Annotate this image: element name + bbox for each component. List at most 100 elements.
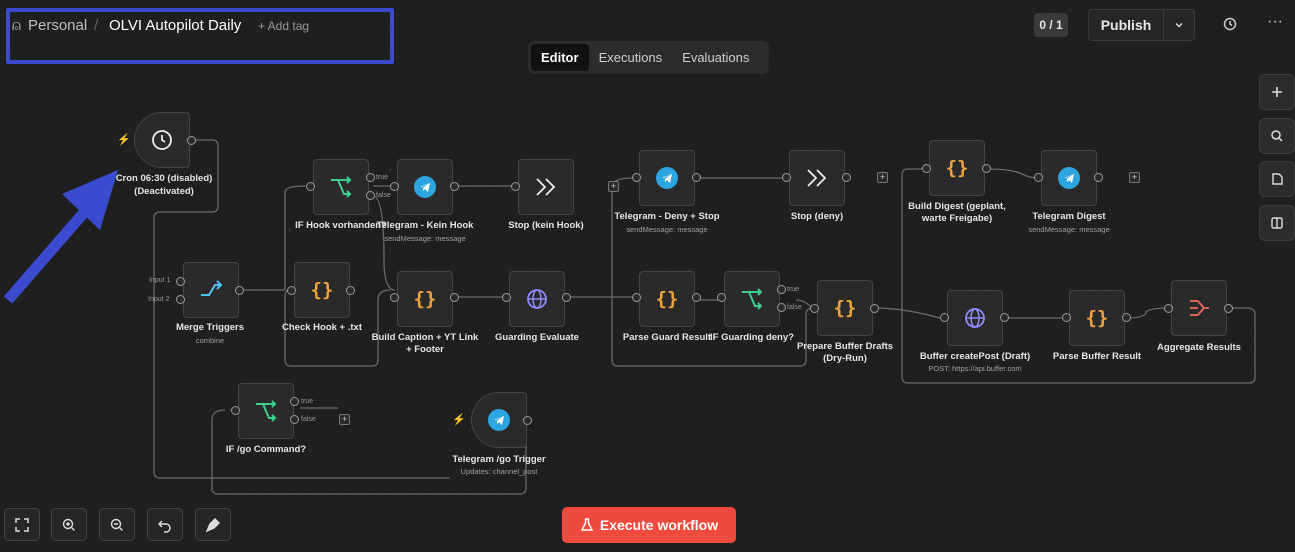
output-port[interactable] (1000, 313, 1009, 322)
add-connection-plus[interactable]: + (339, 414, 350, 425)
input-port[interactable] (717, 293, 726, 302)
node-if-go-command[interactable] (238, 383, 294, 439)
bolt-icon: ⚡ (117, 134, 131, 146)
telegram-icon (656, 167, 678, 189)
node-stop-deny[interactable] (789, 150, 845, 206)
input-port[interactable] (810, 304, 819, 313)
zoom-out-button[interactable] (99, 508, 135, 541)
node-merge-triggers[interactable] (183, 262, 239, 318)
output-port-false[interactable] (366, 191, 375, 200)
node-subtitle: sendMessage: message (626, 225, 708, 234)
node-prepare-buffer[interactable]: {} (817, 280, 873, 336)
output-port[interactable] (842, 173, 851, 182)
output-port[interactable] (982, 164, 991, 173)
output-port[interactable] (1094, 173, 1103, 182)
output-port[interactable] (523, 416, 532, 425)
code-braces-icon: {} (310, 279, 334, 301)
tidy-up-button[interactable] (195, 508, 231, 541)
node-stop-kein-hook[interactable] (518, 159, 574, 215)
node-label: Telegram Digest (1032, 211, 1106, 222)
if-branch-icon (742, 288, 763, 310)
node-telegram-kein-hook[interactable] (397, 159, 453, 215)
port-label-true: true (376, 174, 389, 181)
bolt-icon: ⚡ (452, 414, 466, 426)
node-buffer-create-post[interactable] (947, 290, 1003, 346)
input-port[interactable] (390, 182, 399, 191)
output-port[interactable] (692, 293, 701, 302)
output-port-false[interactable] (777, 303, 786, 312)
node-if-hook[interactable] (313, 159, 369, 215)
node-telegram-go-trigger[interactable] (471, 392, 527, 448)
input-port[interactable] (390, 293, 399, 302)
input-port[interactable] (1164, 304, 1173, 313)
zoom-in-button[interactable] (51, 508, 87, 541)
globe-icon (527, 289, 547, 309)
add-connection-plus[interactable]: + (877, 172, 888, 183)
port-label-true: true (787, 286, 800, 293)
output-port[interactable] (346, 286, 355, 295)
stop-arrows-icon (807, 169, 827, 187)
node-guarding-evaluate[interactable] (509, 271, 565, 327)
input-port[interactable] (632, 173, 641, 182)
output-port[interactable] (1224, 304, 1233, 313)
zoom-in-icon (62, 518, 75, 531)
flask-icon (580, 518, 594, 531)
execute-workflow-button[interactable]: Execute workflow (562, 507, 736, 543)
input-port[interactable] (1062, 313, 1071, 322)
output-port-true[interactable] (290, 397, 299, 406)
code-braces-icon: {} (655, 288, 679, 310)
input-port[interactable] (632, 293, 641, 302)
telegram-icon (414, 176, 436, 198)
node-telegram-deny-stop[interactable] (639, 150, 695, 206)
output-port[interactable] (235, 286, 244, 295)
output-port[interactable] (450, 293, 459, 302)
add-connection-plus[interactable]: + (1129, 172, 1140, 183)
input-port[interactable] (940, 313, 949, 322)
node-subtitle: Updates: channel_post (460, 467, 538, 476)
node-if-guard-deny[interactable] (724, 271, 780, 327)
code-braces-icon: {} (413, 288, 437, 310)
node-build-digest[interactable]: {} (929, 140, 985, 196)
annotation-arrow (3, 170, 118, 304)
node-build-caption[interactable]: {} (397, 271, 453, 327)
undo-icon (158, 520, 171, 533)
input-port[interactable] (782, 173, 791, 182)
output-port-true[interactable] (777, 285, 786, 294)
input-port[interactable] (231, 406, 240, 415)
fit-view-button[interactable] (4, 508, 40, 541)
input-port[interactable] (1034, 173, 1043, 182)
node-check-hook[interactable]: {} (294, 262, 350, 318)
node-subtitle: POST: https://api.buffer.com (928, 364, 1022, 373)
node-label: Telegram - Deny + Stop (614, 211, 720, 222)
node-parse-buffer[interactable]: {} (1069, 290, 1125, 346)
zoom-out-icon (110, 518, 123, 531)
input-port[interactable] (922, 164, 931, 173)
node-aggregate-results[interactable] (1171, 280, 1227, 336)
output-port[interactable] (187, 136, 196, 145)
undo-button[interactable] (147, 508, 183, 541)
input-port[interactable] (176, 295, 185, 304)
node-parse-guard[interactable]: {} (639, 271, 695, 327)
output-port[interactable] (1122, 313, 1131, 322)
output-port[interactable] (692, 173, 701, 182)
output-port[interactable] (450, 182, 459, 191)
output-port[interactable] (870, 304, 879, 313)
input-port[interactable] (511, 182, 520, 191)
input-port[interactable] (176, 277, 185, 286)
output-port-false[interactable] (290, 415, 299, 424)
input-port[interactable] (306, 182, 315, 191)
output-port-true[interactable] (366, 173, 375, 182)
input-port[interactable] (502, 293, 511, 302)
code-braces-icon: {} (1085, 307, 1109, 329)
node-cron[interactable] (134, 112, 190, 168)
merge-icon (201, 280, 223, 296)
input-port[interactable] (287, 286, 296, 295)
telegram-icon (488, 409, 510, 431)
aggregate-icon (1190, 300, 1209, 316)
add-connection-plus[interactable]: + (608, 181, 619, 192)
output-port[interactable] (562, 293, 571, 302)
node-label: Telegram /go Trigger (452, 454, 546, 465)
node-label: Prepare Buffer Drafts (796, 341, 894, 352)
stop-arrows-icon (536, 178, 556, 196)
node-telegram-digest[interactable] (1041, 150, 1097, 206)
